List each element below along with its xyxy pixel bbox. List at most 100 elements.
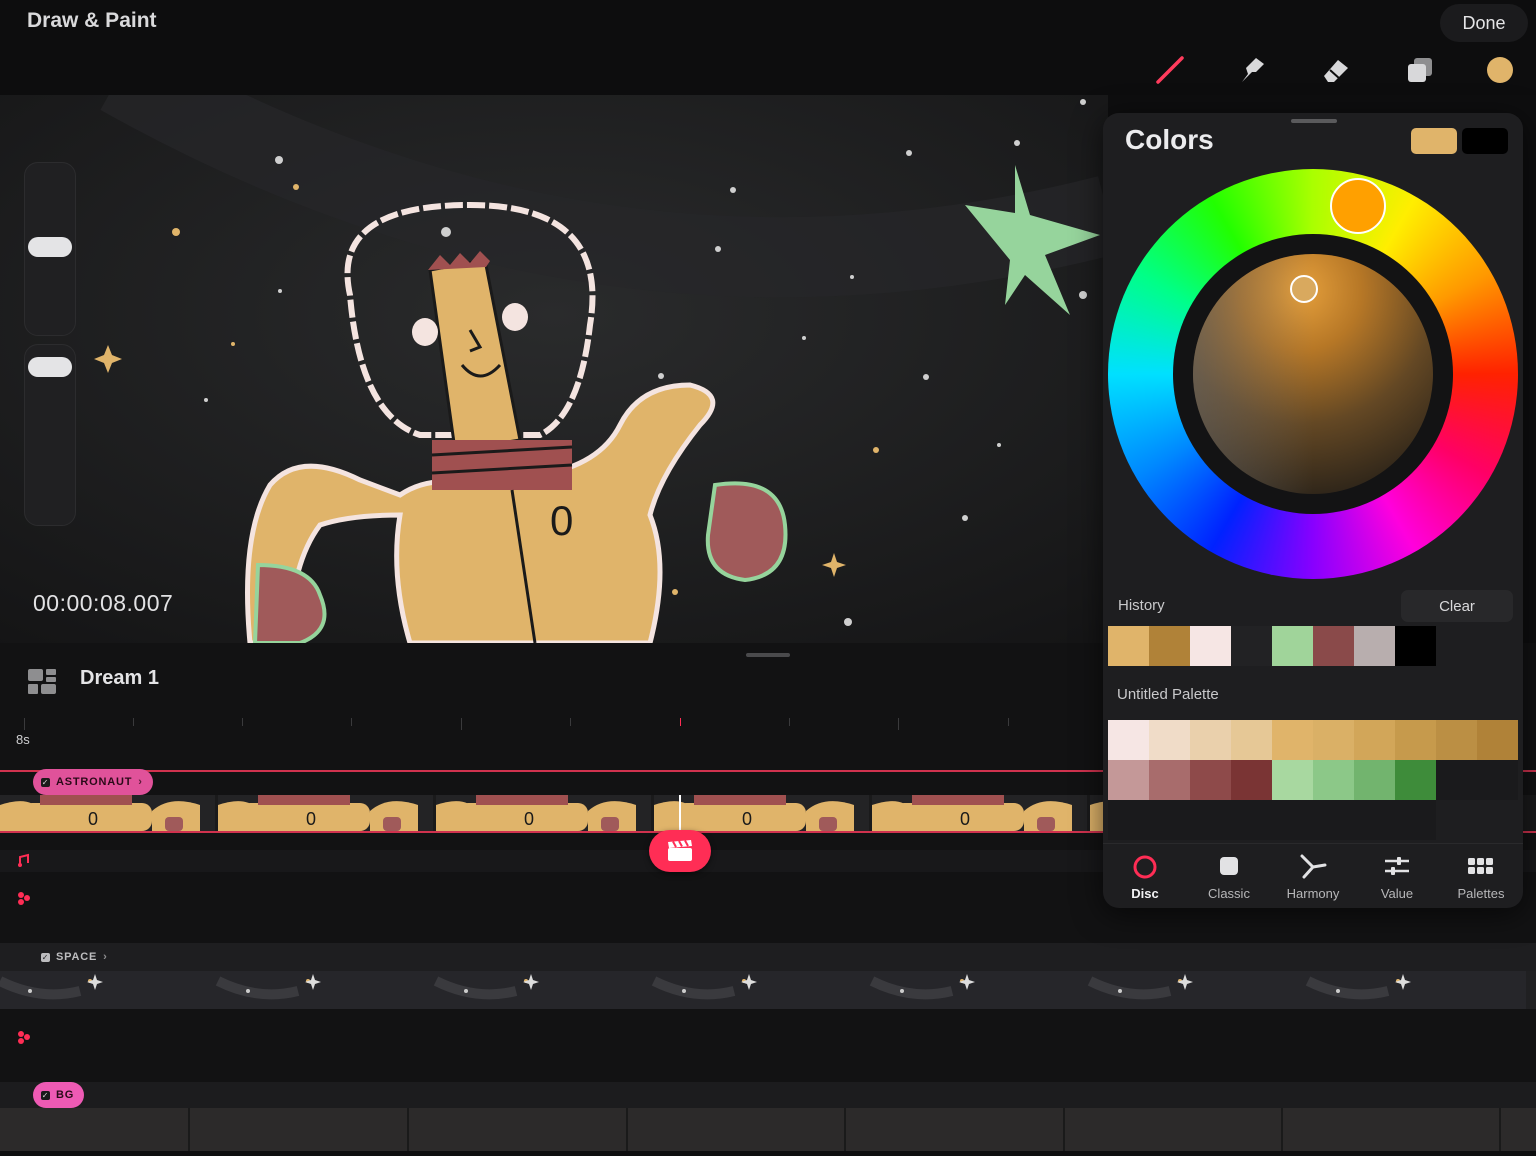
smudge-icon <box>1242 58 1264 82</box>
palette-swatch-empty[interactable] <box>1477 760 1518 800</box>
history-swatch-empty <box>1436 626 1477 666</box>
history-swatch[interactable] <box>1231 626 1272 666</box>
tab-classic[interactable]: Classic <box>1187 850 1271 906</box>
palette-swatch[interactable] <box>1149 760 1190 800</box>
space-clip-strip[interactable] <box>0 971 1536 1009</box>
eraser-icon <box>1324 60 1348 82</box>
palette-swatch-empty[interactable] <box>1190 800 1231 840</box>
palette-swatch[interactable] <box>1231 760 1272 800</box>
palette-swatch[interactable] <box>1395 720 1436 760</box>
panel-grabber[interactable] <box>1291 119 1337 123</box>
history-swatch[interactable] <box>1354 626 1395 666</box>
drawing-canvas[interactable]: 0 <box>0 95 1108 643</box>
brush-opacity-knob[interactable] <box>28 357 72 377</box>
palette-swatch[interactable] <box>1231 720 1272 760</box>
eraser-tool[interactable] <box>1318 52 1354 88</box>
palette-swatch-empty[interactable] <box>1272 800 1313 840</box>
timecode: 00:00:08.007 <box>33 590 174 616</box>
harmony-icon <box>1300 854 1327 879</box>
tab-palettes[interactable]: Palettes <box>1439 850 1523 906</box>
smudge-tool[interactable] <box>1234 52 1270 88</box>
history-swatch[interactable] <box>1272 626 1313 666</box>
brush-tool[interactable] <box>1152 52 1188 88</box>
clear-history-button[interactable]: Clear <box>1401 590 1513 622</box>
checkbox-icon[interactable]: ✓ <box>41 777 50 787</box>
tab-label: Classic <box>1208 886 1250 901</box>
palette-swatch[interactable] <box>1354 760 1395 800</box>
tab-harmony[interactable]: Harmony <box>1271 850 1355 906</box>
palette-swatch-empty[interactable] <box>1149 800 1190 840</box>
saturation-handle[interactable] <box>1290 275 1318 303</box>
panel-divider <box>1103 843 1523 844</box>
value-icon <box>1385 857 1409 875</box>
palette-swatch[interactable] <box>1395 760 1436 800</box>
tab-label: Value <box>1380 886 1414 901</box>
tab-disc[interactable]: Disc <box>1103 850 1187 906</box>
palette-swatch[interactable] <box>1272 720 1313 760</box>
track-label-bg[interactable]: ✓ BG <box>33 1082 85 1108</box>
chevron-right-icon: › <box>138 776 143 788</box>
color-tool[interactable] <box>1482 52 1518 88</box>
history-swatches <box>1108 626 1519 666</box>
brush-size-slider[interactable] <box>24 162 76 336</box>
brush-opacity-slider[interactable] <box>24 344 76 526</box>
clapperboard-icon <box>668 840 692 861</box>
history-swatch[interactable] <box>1395 626 1436 666</box>
history-swatch[interactable] <box>1190 626 1231 666</box>
palette-swatch[interactable] <box>1477 720 1518 760</box>
brush-icon <box>1156 56 1184 84</box>
layers-tool[interactable] <box>1402 52 1438 88</box>
time-ruler[interactable] <box>0 700 1108 736</box>
music-note-icon[interactable] <box>16 853 32 874</box>
palette-swatch[interactable] <box>1354 720 1395 760</box>
palette-swatch[interactable] <box>1313 760 1354 800</box>
primary-color-swatch[interactable] <box>1411 128 1457 154</box>
palette-swatch[interactable] <box>1108 720 1149 760</box>
bg-thumbnail-dividers <box>188 1108 1501 1151</box>
disc-icon <box>1133 855 1157 879</box>
palettes-icon <box>1468 858 1493 874</box>
palette-swatch[interactable] <box>1272 760 1313 800</box>
palette-swatches <box>1108 720 1519 840</box>
brush-size-knob[interactable] <box>28 237 72 257</box>
secondary-color-swatch[interactable] <box>1462 128 1508 154</box>
track-label-space[interactable]: ✓ SPACE › <box>33 944 118 970</box>
palette-swatch[interactable] <box>1313 720 1354 760</box>
palette-name: Untitled Palette <box>1117 686 1219 703</box>
palette-swatch[interactable] <box>1149 720 1190 760</box>
palette-swatch[interactable] <box>1190 720 1231 760</box>
track-name: SPACE <box>56 951 98 963</box>
layers-icon <box>1408 58 1432 82</box>
effects-icon[interactable] <box>16 890 32 911</box>
tab-label: Disc <box>1131 886 1159 901</box>
palette-swatch-empty[interactable] <box>1354 800 1395 840</box>
history-swatch[interactable] <box>1108 626 1149 666</box>
hue-handle[interactable] <box>1330 178 1386 234</box>
palette-swatch-empty[interactable] <box>1436 760 1477 800</box>
palette-swatch[interactable] <box>1436 720 1477 760</box>
colors-title: Colors <box>1125 124 1214 155</box>
done-button[interactable]: Done <box>1440 4 1528 42</box>
tab-label: Harmony <box>1286 886 1340 901</box>
palette-swatch-empty[interactable] <box>1395 800 1436 840</box>
track-label-astronaut[interactable]: ✓ ASTRONAUT › <box>33 769 153 795</box>
svg-text:0: 0 <box>88 809 98 829</box>
checkbox-icon[interactable]: ✓ <box>41 1090 50 1100</box>
space-thumbnails <box>0 971 1536 1009</box>
timeline-drag-handle[interactable] <box>746 653 790 657</box>
effects-icon[interactable] <box>16 1029 32 1050</box>
tab-value[interactable]: Value <box>1355 850 1439 906</box>
time-scale-label: 8s <box>16 732 30 747</box>
history-swatch[interactable] <box>1149 626 1190 666</box>
palette-swatch-empty[interactable] <box>1313 800 1354 840</box>
color-swatch-icon <box>1487 57 1513 83</box>
bg-clip-strip[interactable] <box>0 1108 1536 1151</box>
palette-swatch-empty[interactable] <box>1231 800 1272 840</box>
palette-swatch[interactable] <box>1108 760 1149 800</box>
checkbox-icon[interactable]: ✓ <box>41 952 50 962</box>
palette-swatch-empty[interactable] <box>1108 800 1149 840</box>
record-frame-button[interactable] <box>649 830 711 872</box>
project-menu-button[interactable] <box>28 669 58 700</box>
history-swatch[interactable] <box>1313 626 1354 666</box>
palette-swatch[interactable] <box>1190 760 1231 800</box>
